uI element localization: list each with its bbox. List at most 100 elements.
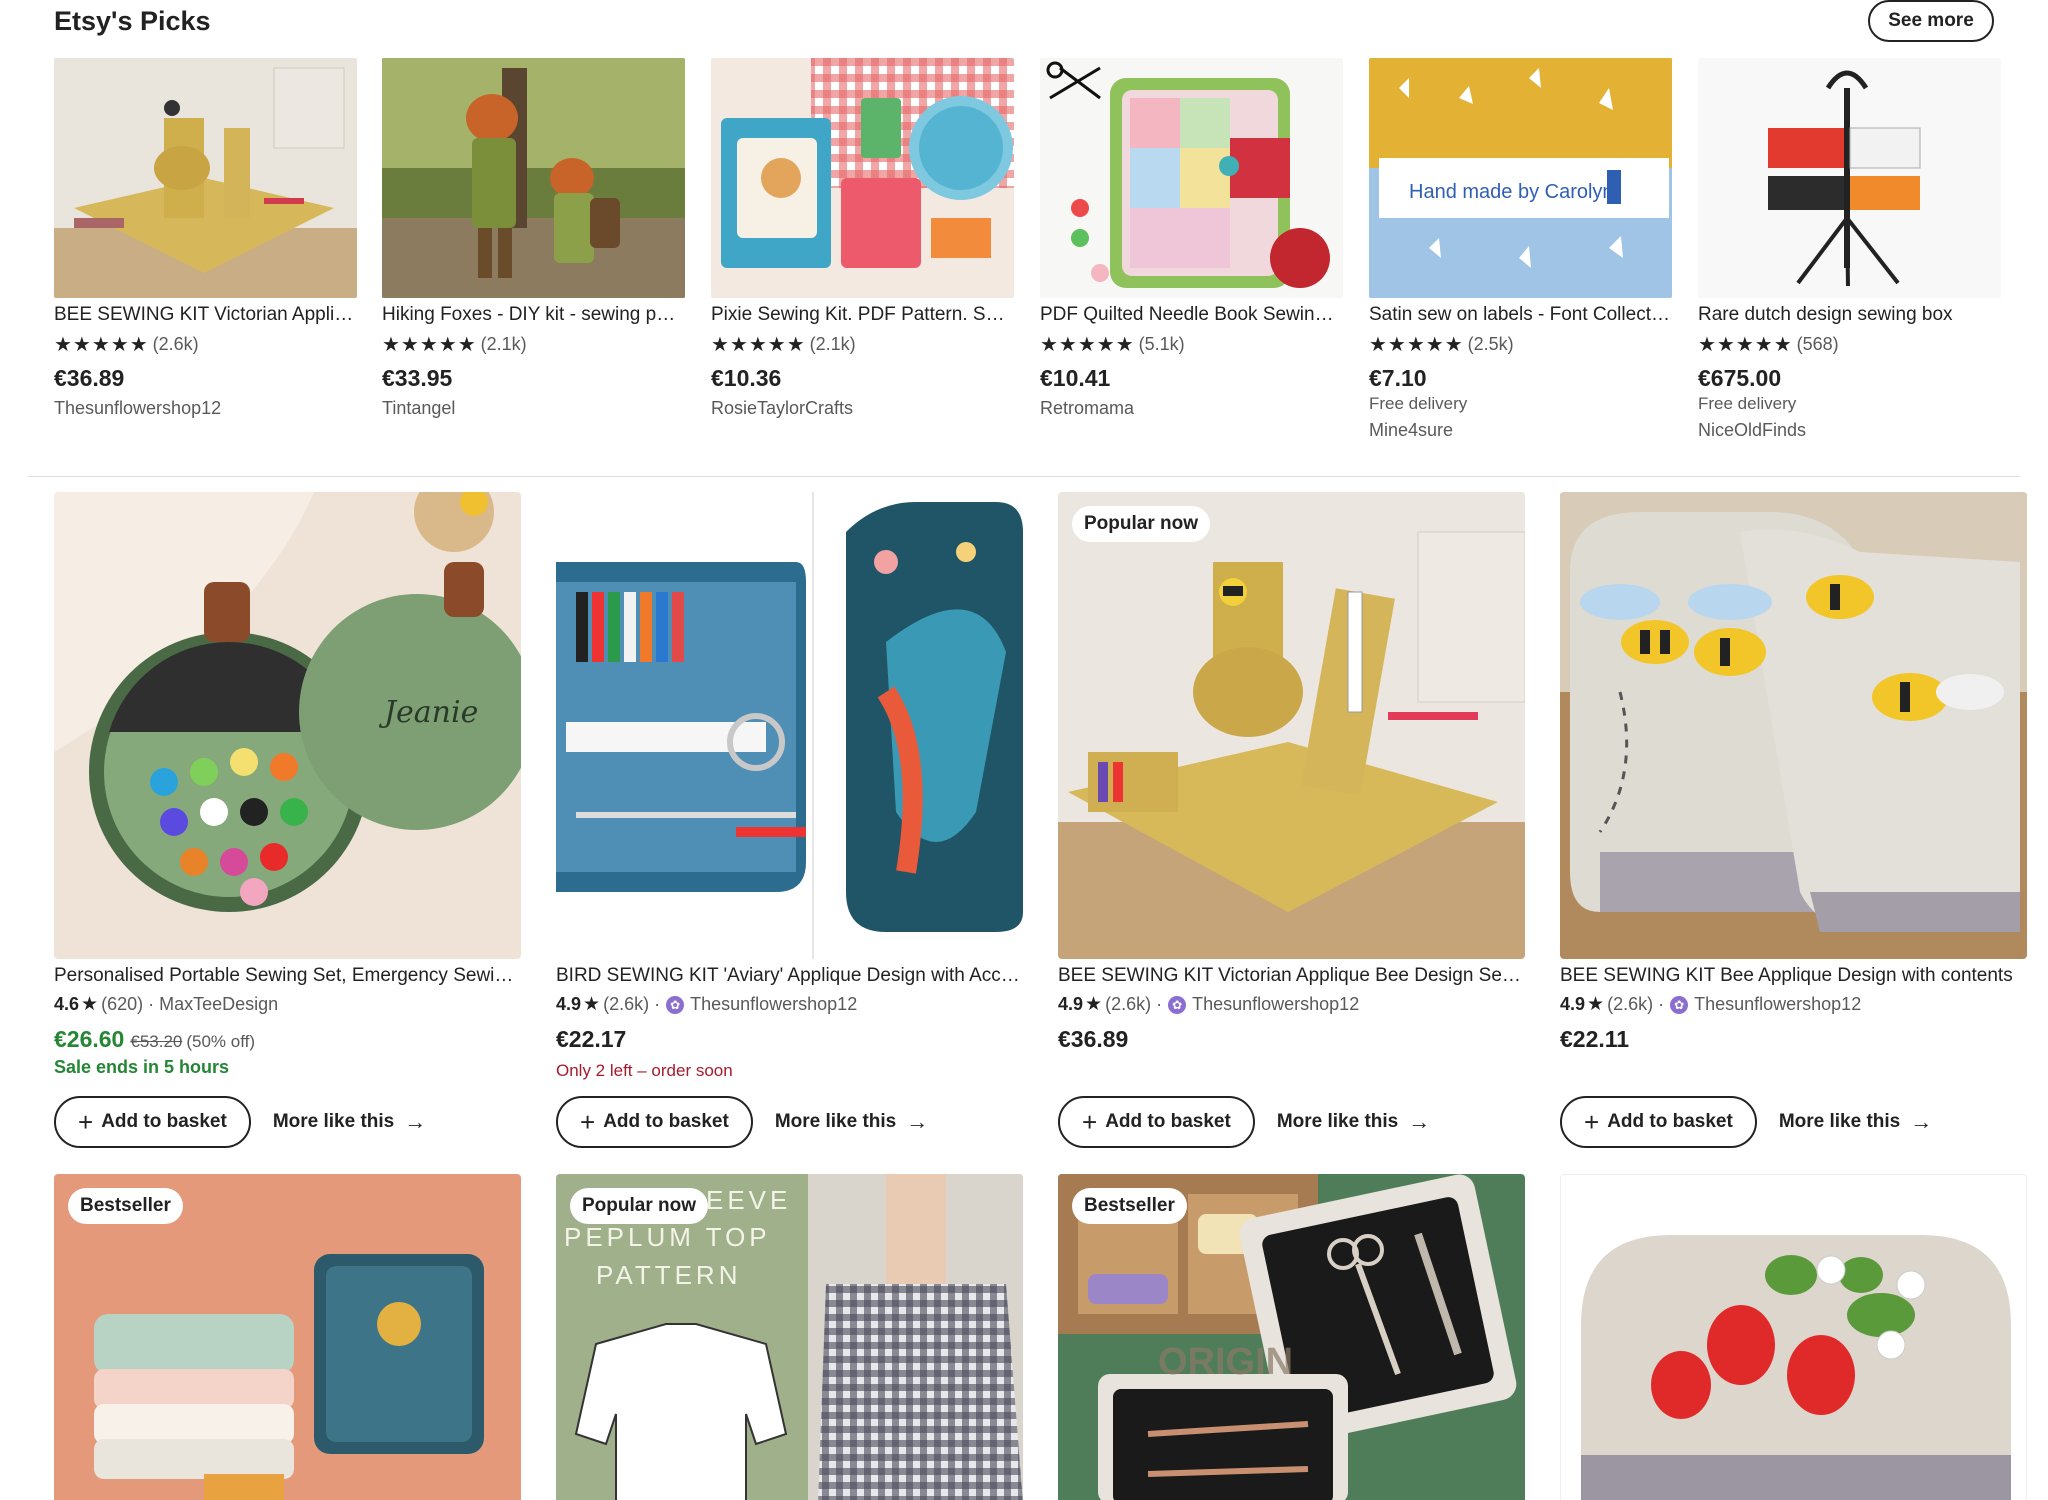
rating-value: 4.9 (556, 994, 582, 1014)
add-to-basket-button[interactable]: + Add to basket (1058, 1096, 1255, 1148)
product-image[interactable]: Hand made by Carolyn (1369, 58, 1672, 298)
listing-title[interactable]: BEE SEWING KIT Victorian Applique Bee De… (1058, 965, 1525, 987)
product-image[interactable] (54, 58, 357, 298)
review-count: (2.1k) (480, 334, 527, 354)
shop-name[interactable]: Thesunflowershop12 (690, 994, 857, 1015)
bestseller-badge: Bestseller (1072, 1188, 1187, 1224)
more-like-this-label: More like this (774, 1111, 897, 1132)
product-image[interactable]: Jeanie (54, 492, 521, 959)
pick-title[interactable]: Pixie Sewing Kit. PDF Pattern. Sewing ca… (711, 304, 1014, 326)
product-image[interactable] (1560, 492, 2027, 959)
pick-title[interactable]: PDF Quilted Needle Book Sewing Pattern (1040, 304, 1343, 326)
review-count: (2.6k) (1105, 994, 1152, 1014)
listing-title[interactable]: BIRD SEWING KIT 'Aviary' Applique Design… (556, 965, 1023, 987)
product-image[interactable]: EEVE PEPLUM TOP PATTERN Popular now (556, 1174, 1023, 1500)
pick-card[interactable]: Hand made by Carolyn Satin sew on labels… (1369, 58, 1672, 441)
star-seller-icon: ✿ (1670, 995, 1689, 1014)
plus-icon: + (78, 1107, 94, 1137)
arrow-right-icon: → (906, 1109, 929, 1134)
image-text: PEPLUM TOP (564, 1222, 771, 1252)
star-seller-icon: ✿ (666, 995, 685, 1014)
section-divider (28, 476, 2020, 477)
pick-rating: ★★★★★ (2.6k) (54, 332, 357, 357)
shop-name[interactable]: MaxTeeDesign (159, 994, 278, 1015)
see-more-button[interactable]: See more (1868, 0, 1994, 42)
product-image[interactable] (556, 492, 1023, 959)
shop-name[interactable]: Tintangel (382, 398, 685, 419)
more-like-this-link[interactable]: More like this → (273, 1109, 426, 1135)
pick-title[interactable]: BEE SEWING KIT Victorian Applique Bee De… (54, 304, 357, 326)
shop-name[interactable]: Thesunflowershop12 (1192, 994, 1359, 1015)
listing-card[interactable]: Bestseller (54, 1174, 521, 1500)
pick-card[interactable]: Rare dutch design sewing box ★★★★★ (568) … (1698, 58, 2001, 441)
listing-card[interactable]: ORIGIN Bestseller (1058, 1174, 1525, 1500)
product-image[interactable]: Popular now (1058, 492, 1525, 959)
bestseller-badge: Bestseller (68, 1188, 183, 1224)
discount-text: (50% off) (186, 1032, 256, 1051)
listing-price: €36.89 (1058, 1026, 1129, 1052)
add-to-basket-button[interactable]: + Add to basket (556, 1096, 753, 1148)
popular-now-badge: Popular now (1072, 506, 1210, 542)
review-count: (2.5k) (1467, 334, 1514, 354)
shop-name[interactable]: Mine4sure (1369, 420, 1672, 441)
listing-card[interactable]: Popular now BEE SEWING KIT Victorian App… (1058, 492, 1525, 1152)
listing-card[interactable]: BEE SEWING KIT Bee Applique Design with … (1560, 492, 2027, 1152)
star-seller-icon: ✿ (1168, 995, 1187, 1014)
add-to-basket-label: Add to basket (1607, 1111, 1733, 1132)
add-to-basket-label: Add to basket (101, 1111, 227, 1132)
shop-name[interactable]: Thesunflowershop12 (54, 398, 357, 419)
more-like-this-label: More like this (1778, 1111, 1901, 1132)
review-count: (568) (1796, 334, 1839, 354)
delivery-note: Free delivery (1369, 394, 1468, 413)
pick-title[interactable]: Hiking Foxes - DIY kit - sewing pattern (382, 304, 685, 326)
pick-title[interactable]: Rare dutch design sewing box (1698, 304, 2001, 326)
shop-name[interactable]: NiceOldFinds (1698, 420, 2001, 441)
product-image[interactable] (382, 58, 685, 298)
shop-name[interactable]: RosieTaylorCrafts (711, 398, 1014, 419)
add-to-basket-button[interactable]: + Add to basket (1560, 1096, 1757, 1148)
listing-meta: 4.9 ★ (2.6k) · ✿ Thesunflowershop12 (556, 993, 1023, 1016)
rating-value: 4.6 (54, 994, 80, 1014)
review-count: (2.6k) (603, 994, 650, 1014)
listing-meta: 4.9 ★ (2.6k) · ✿ Thesunflowershop12 (1058, 993, 1525, 1016)
listing-card[interactable] (1560, 1174, 2027, 1500)
listing-title[interactable]: Personalised Portable Sewing Set, Emerge… (54, 965, 521, 987)
pick-card[interactable]: PDF Quilted Needle Book Sewing Pattern ★… (1040, 58, 1343, 419)
review-count: (2.6k) (1607, 994, 1654, 1014)
pick-card[interactable]: Pixie Sewing Kit. PDF Pattern. Sewing ca… (711, 58, 1014, 419)
more-like-this-link[interactable]: More like this → (1779, 1109, 1932, 1135)
more-like-this-link[interactable]: More like this → (1277, 1109, 1430, 1135)
pick-price: €10.41 (1040, 365, 1111, 391)
listing-title[interactable]: BEE SEWING KIT Bee Applique Design with … (1560, 965, 2027, 987)
pick-card[interactable]: Hiking Foxes - DIY kit - sewing pattern … (382, 58, 685, 419)
pick-rating: ★★★★★ (2.1k) (382, 332, 685, 357)
star-rating-icon: ★★★★★ (382, 334, 477, 356)
product-image[interactable] (1698, 58, 2001, 298)
add-to-basket-button[interactable]: + Add to basket (54, 1096, 251, 1148)
star-rating-icon: ★★★★★ (711, 334, 806, 356)
listing-card[interactable]: Jeanie Personalised Portable Sewing Set,… (54, 492, 521, 1152)
add-to-basket-label: Add to basket (1105, 1111, 1231, 1132)
pick-card[interactable]: BEE SEWING KIT Victorian Applique Bee De… (54, 58, 357, 419)
plus-icon: + (580, 1107, 596, 1137)
shop-name[interactable]: Retromama (1040, 398, 1343, 419)
svg-text:Jeanie: Jeanie (378, 695, 478, 730)
listing-meta: 4.6 ★ (620) · MaxTeeDesign (54, 993, 521, 1016)
listing-card[interactable]: BIRD SEWING KIT 'Aviary' Applique Design… (556, 492, 1023, 1152)
star-rating-icon: ★★★★★ (54, 334, 149, 356)
card-actions: + Add to basket More like this → (54, 1096, 426, 1148)
delivery-note: Free delivery (1698, 394, 1797, 413)
product-image[interactable] (1560, 1174, 2027, 1500)
rating-value: 4.9 (1560, 994, 1586, 1014)
product-image[interactable]: Bestseller (54, 1174, 521, 1500)
more-like-this-link[interactable]: More like this → (775, 1109, 928, 1135)
listing-meta: 4.9 ★ (2.6k) · ✿ Thesunflowershop12 (1560, 993, 2027, 1016)
product-image[interactable] (1040, 58, 1343, 298)
arrow-right-icon: → (1408, 1109, 1431, 1134)
listing-card[interactable]: EEVE PEPLUM TOP PATTERN Popular now (556, 1174, 1023, 1500)
image-text: PATTERN (596, 1260, 741, 1290)
pick-title[interactable]: Satin sew on labels - Font Collection (1369, 304, 1672, 326)
product-image[interactable]: ORIGIN Bestseller (1058, 1174, 1525, 1500)
product-image[interactable] (711, 58, 1014, 298)
shop-name[interactable]: Thesunflowershop12 (1694, 994, 1861, 1015)
